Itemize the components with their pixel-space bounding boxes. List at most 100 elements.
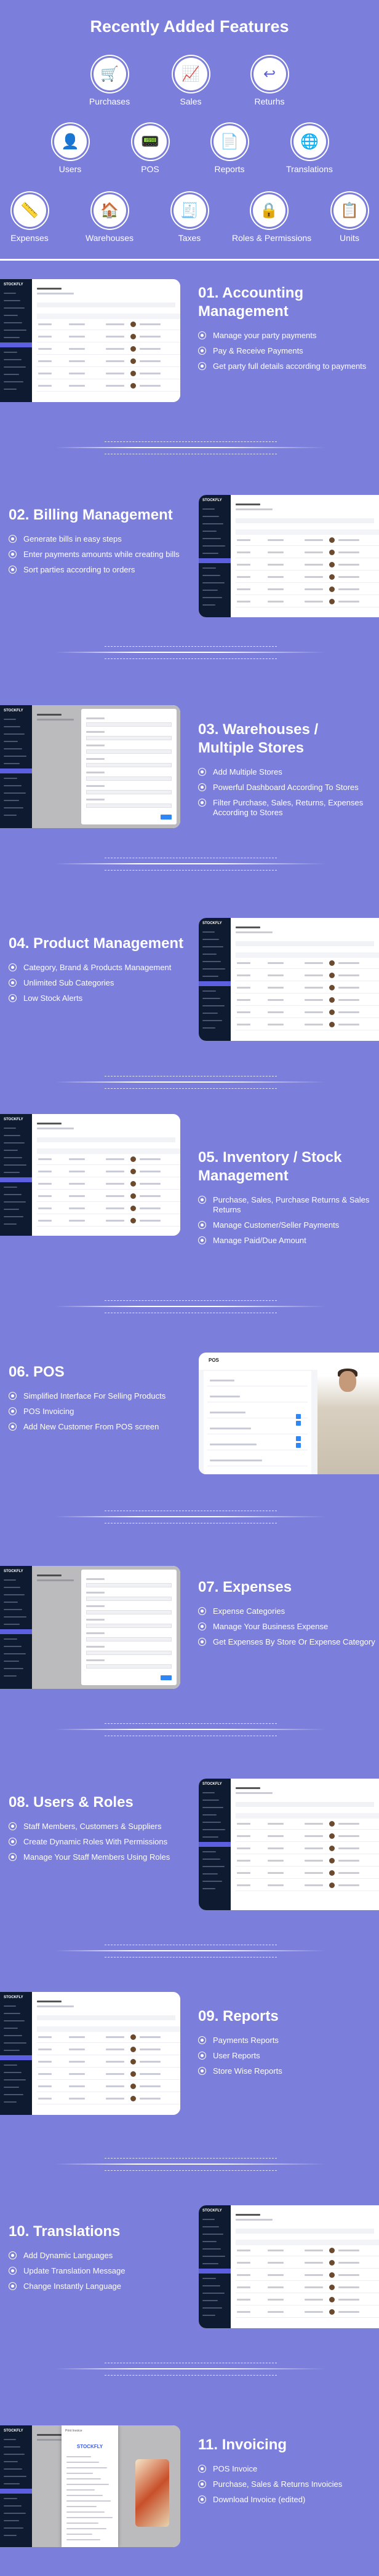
form-field (86, 790, 172, 794)
feature-text: Store Wise Reports (213, 2066, 282, 2076)
table-cell (237, 1872, 250, 1874)
sidebar-item (4, 2439, 16, 2440)
text-line (210, 1412, 245, 1413)
table-cell (237, 2274, 250, 2276)
table-cell (140, 1195, 161, 1197)
feature-list: Add Dynamic Languages Update Translation … (9, 2251, 187, 2291)
section-title: 01. Accounting Management (198, 285, 304, 320)
feature-expenses: 📏 Expenses (0, 194, 66, 243)
feature-label: Returhs (254, 97, 285, 106)
table-cell (106, 336, 124, 338)
feature-list-item: Download Invoice (edited) (198, 2495, 377, 2505)
feature-label: Translations (286, 164, 333, 174)
app-screenshot-9: STOCKFLY (0, 1992, 180, 2115)
table-cell (268, 962, 284, 964)
table-cell (305, 1011, 323, 1013)
user-lock-icon: 🔒 (252, 194, 285, 227)
sidebar-item (202, 2248, 221, 2250)
feature-text: Payments Reports (213, 2036, 279, 2045)
invoice-line (66, 2517, 113, 2518)
table-cell (38, 1171, 52, 1172)
avatar (130, 2084, 136, 2089)
table-cell (305, 999, 323, 1001)
table-cell (237, 2299, 250, 2301)
field-label (86, 745, 105, 746)
sidebar-item (4, 374, 19, 375)
feature-label: Purchases (89, 97, 130, 106)
clipboard-calculator-icon: 📋 (333, 194, 366, 227)
table-row (37, 2042, 180, 2043)
feature-text: Enter payments amounts while creating bi… (23, 550, 180, 559)
feature-list-item: Filter Purchase, Sales, Returns, Expense… (198, 798, 377, 818)
sidebar-item (202, 2278, 216, 2279)
sidebar-item (202, 2285, 220, 2286)
feature-text: POS Invoice (213, 2464, 258, 2473)
sidebar-item (202, 2234, 223, 2235)
avatar (329, 599, 335, 604)
feature-text: Manage Customer/Seller Payments (213, 1220, 340, 1230)
table-cell (106, 1220, 124, 1222)
form-field (86, 776, 172, 781)
table-cell (106, 2085, 124, 2087)
sidebar-item (202, 2293, 225, 2294)
table-cell (106, 1183, 124, 1185)
table-cell (305, 1884, 323, 1886)
feature-list-item: Manage Paid/Due Amount (198, 1236, 377, 1246)
feature-list: Category, Brand & Products Management Unl… (9, 963, 187, 1003)
form-field (86, 1597, 172, 1601)
table-cell (140, 2073, 161, 2075)
content-area (32, 1114, 180, 1236)
table-cell (69, 1207, 85, 1209)
breadcrumb (236, 508, 273, 510)
invoice-line (66, 2478, 101, 2479)
app-logo: STOCKFLY (4, 1570, 23, 1573)
app-screenshot-10: STOCKFLY (199, 2205, 379, 2328)
breadcrumb (236, 931, 273, 933)
feature-translations: 🌐 Translations (273, 125, 346, 174)
radio-bullet-icon (198, 1236, 206, 1244)
table-cell (338, 1884, 359, 1886)
delete-button (296, 1443, 301, 1448)
sidebar-item (4, 1661, 19, 1662)
app-screenshot-8: STOCKFLY (199, 1779, 379, 1910)
table-cell (338, 564, 359, 566)
ruler-icon: 📏 (13, 194, 46, 227)
avatar (329, 2272, 335, 2278)
product-image (317, 1365, 379, 1474)
table-cell (268, 1835, 284, 1837)
text-line (210, 1396, 240, 1397)
feature-list-item: User Reports (198, 2051, 377, 2061)
table-cell (305, 564, 323, 566)
feature-warehouses: 🏠 Warehouses (73, 194, 146, 243)
radio-bullet-icon (198, 331, 206, 339)
sidebar-item (4, 2520, 19, 2521)
sidebar-item (202, 1829, 225, 1830)
radio-bullet-icon (198, 768, 206, 776)
table-cell (338, 576, 359, 578)
section-divider (0, 440, 379, 455)
feature-text: Category, Brand & Products Management (23, 963, 172, 972)
table-row (236, 993, 379, 994)
feature-text: Download Invoice (edited) (213, 2495, 306, 2504)
table-row (37, 391, 180, 392)
radio-bullet-icon (198, 1607, 206, 1615)
sidebar-item (4, 719, 16, 720)
sidebar: STOCKFLY (0, 1566, 32, 1689)
table-cell (268, 539, 284, 541)
table-cell (38, 2085, 52, 2087)
form-field (86, 749, 172, 754)
feature-list-item: Generate bills in easy steps (9, 534, 187, 544)
table-cell (338, 2286, 359, 2288)
content-area (32, 1992, 180, 2115)
sidebar: STOCKFLY (0, 1114, 32, 1236)
section-divider (0, 1509, 379, 1524)
sidebar-item (202, 1873, 218, 1875)
avatar (329, 2285, 335, 2290)
table-cell (305, 588, 323, 590)
form-field (86, 722, 172, 727)
table-cell (106, 2049, 124, 2050)
avatar (329, 2260, 335, 2266)
section-title: 11. Invoicing (198, 2436, 287, 2453)
breadcrumb (37, 1128, 74, 1129)
sidebar-item (4, 315, 18, 316)
